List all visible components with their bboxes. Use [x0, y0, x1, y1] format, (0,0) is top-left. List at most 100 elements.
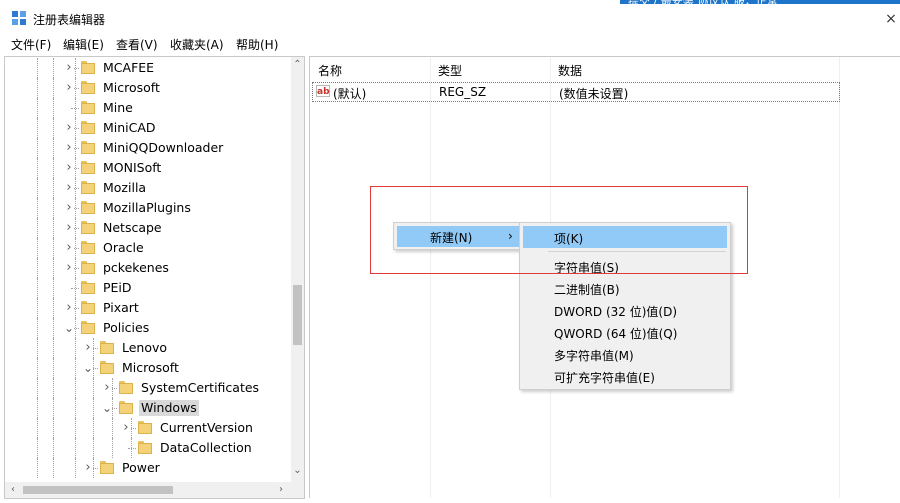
menu-file[interactable]: 文件(F) — [11, 36, 51, 53]
tree-item[interactable]: ⌄ Windows — [5, 398, 287, 418]
folder-icon — [100, 361, 114, 374]
tree-item-label: Netscape — [103, 220, 162, 235]
menu-help[interactable]: 帮助(H) — [236, 36, 278, 53]
horizontal-scrollbar[interactable]: ‹ › — [5, 482, 304, 498]
window-title: 注册表编辑器 — [33, 13, 106, 27]
chevron-down-icon[interactable]: ⌄ — [102, 402, 112, 414]
column-data[interactable]: 数据 — [558, 62, 582, 79]
chevron-right-icon[interactable]: › — [83, 461, 93, 474]
menu-edit[interactable]: 编辑(E) — [63, 36, 104, 53]
chevron-right-icon[interactable]: › — [64, 221, 74, 234]
tree-guide-line — [37, 258, 38, 278]
folder-icon — [81, 121, 95, 134]
tree-item[interactable]: › Mozilla — [5, 178, 287, 198]
tree-item-label: Mozilla — [103, 180, 147, 195]
menu-item-expandable-string-value[interactable]: 可扩充字符串值(E) — [523, 365, 727, 387]
menu-item-label: 二进制值(B) — [554, 283, 620, 297]
tree-guide-line — [37, 298, 38, 318]
folder-icon — [81, 81, 95, 94]
chevron-right-icon[interactable]: › — [64, 301, 74, 314]
folder-icon — [100, 461, 114, 474]
chevron-right-icon[interactable]: › — [64, 81, 74, 94]
scrollbar-thumb[interactable] — [23, 486, 173, 494]
chevron-right-icon[interactable]: › — [102, 381, 112, 394]
menu-item-multi-string-value[interactable]: 多字符串值(M) — [523, 343, 727, 365]
tree-item[interactable]: DataCollection — [5, 438, 287, 458]
folder-icon — [81, 181, 95, 194]
chevron-right-icon[interactable]: › — [83, 341, 93, 354]
tree-guide-line — [37, 138, 38, 158]
tree-guide-line — [53, 398, 54, 418]
title-bar: 提交 / 最安装 协议认 服，正常 注册表编辑器 × — [0, 0, 900, 34]
tree-item[interactable]: › MiniCAD — [5, 118, 287, 138]
chevron-right-icon[interactable]: › — [64, 261, 74, 274]
tree-guide-line — [75, 438, 76, 458]
scroll-left-icon[interactable]: ‹ — [7, 484, 19, 496]
tree-guide-line — [75, 418, 76, 438]
tree-guide-line — [128, 448, 136, 449]
tree-item[interactable]: › MozillaPlugins — [5, 198, 287, 218]
tree-guide-line — [37, 418, 38, 438]
tree-item[interactable]: › Netscape — [5, 218, 287, 238]
chevron-down-icon[interactable]: ⌄ — [83, 362, 93, 374]
menu-item-dword-value[interactable]: DWORD (32 位)值(D) — [523, 299, 727, 321]
tree-item[interactable]: › Pixart — [5, 298, 287, 318]
tree-guide-line — [112, 438, 113, 458]
tree-guide-line — [53, 378, 54, 398]
tree-item[interactable]: › Microsoft — [5, 78, 287, 98]
tree-item[interactable]: ⌄ Microsoft — [5, 358, 287, 378]
scroll-right-icon[interactable]: › — [275, 484, 287, 496]
chevron-down-icon[interactable]: ⌄ — [64, 322, 74, 334]
chevron-right-icon[interactable]: › — [64, 141, 74, 154]
tree-guide-line — [75, 358, 76, 378]
chevron-right-icon[interactable]: › — [64, 161, 74, 174]
table-row[interactable]: ab (默认) REG_SZ (数值未设置) — [312, 82, 840, 102]
value-name: (默认) — [333, 87, 367, 101]
menu-item-binary-value[interactable]: 二进制值(B) — [523, 277, 727, 299]
tree-item[interactable]: › CurrentVersion — [5, 418, 287, 438]
scroll-down-icon[interactable]: ⌄ — [291, 465, 304, 477]
tree-guide-line — [37, 218, 38, 238]
tree-item-label: Microsoft — [103, 80, 160, 95]
tree-item[interactable]: › MONISoft — [5, 158, 287, 178]
tree-item[interactable]: › Lenovo — [5, 338, 287, 358]
vertical-scrollbar[interactable]: ⌃ ⌄ — [291, 57, 304, 482]
tree-guide-line — [37, 398, 38, 418]
folder-icon — [138, 421, 152, 434]
tree-guide-line — [93, 398, 94, 418]
chevron-right-icon[interactable]: › — [64, 181, 74, 194]
tree-item[interactable]: › pckekenes — [5, 258, 287, 278]
chevron-right-icon[interactable]: › — [64, 201, 74, 214]
menu-view[interactable]: 查看(V) — [116, 36, 158, 53]
column-name[interactable]: 名称 — [318, 62, 342, 79]
folder-icon — [81, 301, 95, 314]
menu-favorites[interactable]: 收藏夹(A) — [170, 36, 224, 53]
column-type[interactable]: 类型 — [438, 62, 462, 79]
chevron-right-icon[interactable]: › — [64, 121, 74, 134]
tree-item[interactable]: › MiniQQDownloader — [5, 138, 287, 158]
tree-item[interactable]: › Power — [5, 458, 287, 478]
scrollbar-thumb[interactable] — [293, 285, 302, 345]
tree-item[interactable]: › SystemCertificates — [5, 378, 287, 398]
tree-item-label: Pixart — [103, 300, 139, 315]
tree-item[interactable]: ⌄ Policies — [5, 318, 287, 338]
tree-item-label: Windows — [139, 400, 199, 416]
chevron-right-icon[interactable]: › — [64, 241, 74, 254]
menu-item-qword-value[interactable]: QWORD (64 位)值(Q) — [523, 321, 727, 343]
folder-icon — [119, 381, 133, 394]
tree-item[interactable]: › MCAFEE — [5, 58, 287, 78]
tree-item[interactable]: Mine — [5, 98, 287, 118]
tree-guide-line — [37, 98, 38, 118]
scroll-up-icon[interactable]: ⌃ — [291, 59, 304, 71]
registry-tree[interactable]: › MCAFEE › Microsoft Mine › MiniCAD › MiniQQDown… — [4, 56, 305, 499]
tree-guide-line — [53, 258, 54, 278]
tree-item[interactable]: PEiD — [5, 278, 287, 298]
tree-guide-line — [37, 58, 38, 78]
chevron-right-icon[interactable]: › — [121, 421, 131, 434]
tree-guide-line — [93, 438, 94, 458]
close-icon[interactable]: × — [884, 12, 898, 26]
tree-guide-line — [53, 318, 54, 338]
tree-item-label: MozillaPlugins — [103, 200, 191, 215]
tree-item[interactable]: › Oracle — [5, 238, 287, 258]
chevron-right-icon[interactable]: › — [64, 61, 74, 74]
